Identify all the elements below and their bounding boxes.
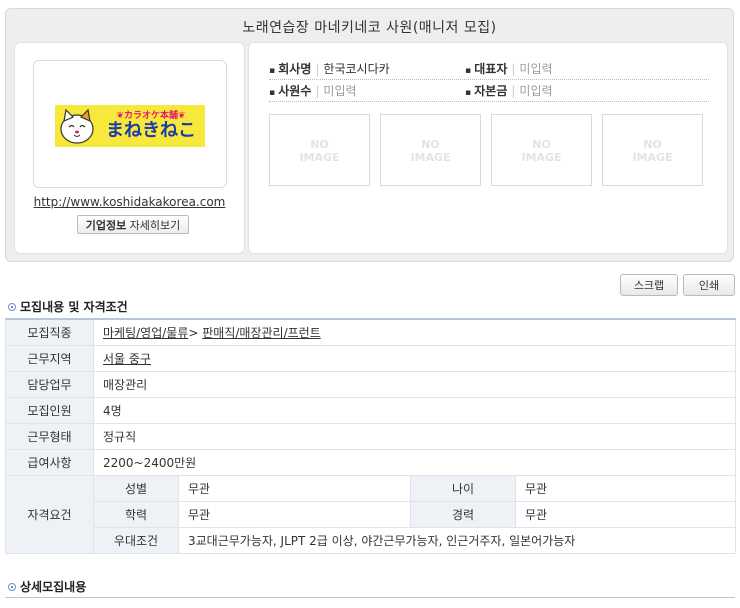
location-label: 근무지역 (5, 344, 94, 372)
education-value: 무관 (178, 500, 411, 528)
recruitment-section-title-text: 모집내용 및 자격조건 (20, 300, 128, 314)
info-row-2: 사원수|미입력 자본금|미입력 (269, 79, 709, 102)
table-row: 담당업무 매장관리 (5, 370, 736, 398)
company-card: 노래연습장 마네키네코 사원(매니저 모집) ❦カラオケ本舗❦ まねきねこ ht… (5, 8, 734, 262)
employee-count-label: 사원수 (269, 84, 311, 98)
duty-value: 매장관리 (93, 370, 736, 398)
table-row: 근무지역 서울 중구 (5, 344, 736, 372)
no-image-line1: NO (532, 138, 551, 151)
location-link[interactable]: 서울 중구 (103, 352, 151, 366)
recruitment-table: 모집직종 마케팅/영업/물류> 판매직/매장관리/프런트 근무지역 서울 중구 … (5, 318, 736, 554)
job-category-link-2[interactable]: 판매직/매장관리/프런트 (202, 326, 321, 340)
job-type-value: 마케팅/영업/물류> 판매직/매장관리/프런트 (93, 318, 736, 346)
no-image-line2: IMAGE (299, 151, 340, 164)
section-bullet-icon (8, 583, 16, 591)
separator: | (315, 62, 320, 76)
no-image-line2: IMAGE (632, 151, 673, 164)
ceo-value: 미입력 (519, 62, 553, 76)
salary-value: 2200~2400만원 (93, 448, 736, 476)
section-bullet-icon (8, 303, 16, 311)
company-website-link[interactable]: http://www.koshidakakorea.com (15, 195, 244, 209)
company-name-value: 한국코시다카 (323, 62, 390, 76)
scrap-button[interactable]: 스크랩 (620, 274, 678, 296)
table-row: 우대조건 3교대근무가능자, JLPT 2급 이상, 야간근무가능자, 인근거주… (6, 526, 736, 554)
location-value-cell: 서울 중구 (93, 344, 736, 372)
table-row: 근무형태 정규직 (5, 422, 736, 450)
career-label: 경력 (410, 500, 516, 528)
no-image-line1: NO (310, 138, 329, 151)
capital-field: 자본금 |미입력 (465, 82, 553, 99)
employee-count-value: 미입력 (323, 84, 357, 98)
no-image-line1: NO (421, 138, 440, 151)
career-value: 무관 (515, 500, 736, 528)
table-row: 학력 무관 경력 무관 (6, 500, 736, 528)
job-category-link-1[interactable]: 마케팅/영업/물류 (103, 326, 188, 340)
section-divider (5, 597, 735, 598)
capital-value: 미입력 (519, 84, 553, 98)
logo-wordmark: まねきねこ (106, 120, 196, 141)
age-value: 무관 (515, 474, 736, 502)
maneki-neko-cat-icon (60, 108, 94, 144)
capital-label: 자본금 (465, 84, 507, 98)
no-image-line1: NO (643, 138, 662, 151)
company-detail-button[interactable]: 기업정보 자세히보기 (77, 215, 189, 234)
salary-label: 급여사항 (5, 448, 94, 476)
detail-section-title-text: 상세모집내용 (20, 580, 87, 594)
table-row: 모집인원 4명 (5, 396, 736, 424)
employment-type-value: 정규직 (93, 422, 736, 450)
job-posting-title: 노래연습장 마네키네코 사원(매니저 모집) (242, 20, 497, 36)
preference-label: 우대조건 (93, 526, 179, 554)
table-row: 모집직종 마케팅/영업/물류> 판매직/매장관리/프런트 (5, 318, 736, 346)
print-button[interactable]: 인쇄 (683, 274, 735, 296)
company-name-label: 회사명 (269, 62, 311, 76)
separator: | (511, 62, 516, 76)
separator: | (315, 84, 320, 98)
ceo-field: 대표자 |미입력 (465, 60, 553, 77)
no-image-placeholder-4: NO IMAGE (602, 114, 703, 186)
no-image-line2: IMAGE (521, 151, 562, 164)
detail-section-title: 상세모집내용 (8, 578, 86, 595)
company-detail-button-rest: 자세히보기 (126, 219, 181, 232)
no-image-placeholder-2: NO IMAGE (380, 114, 481, 186)
age-label: 나이 (410, 474, 516, 502)
recruitment-section-title: 모집내용 및 자격조건 (8, 298, 128, 315)
job-type-label: 모집직종 (5, 318, 94, 346)
qualification-label: 자격요건 (5, 474, 94, 554)
education-label: 학력 (93, 500, 179, 528)
duty-label: 담당업무 (5, 370, 94, 398)
table-row: 급여사항 2200~2400만원 (5, 448, 736, 476)
gender-label: 성별 (93, 474, 179, 502)
info-row-1: 회사명|한국코시다카 대표자|미입력 (269, 57, 709, 80)
company-name-field: 회사명 |한국코시다카 (269, 60, 390, 77)
employee-count-field: 사원수 |미입력 (269, 82, 357, 99)
separator: | (511, 84, 516, 98)
category-separator: > (188, 325, 203, 340)
headcount-label: 모집인원 (5, 396, 94, 424)
no-image-line2: IMAGE (410, 151, 451, 164)
gender-value: 무관 (178, 474, 411, 502)
ceo-label: 대표자 (465, 62, 507, 76)
no-image-placeholder-3: NO IMAGE (491, 114, 592, 186)
employment-type-label: 근무형태 (5, 422, 94, 450)
company-info-panel: 회사명|한국코시다카 대표자|미입력 사원수|미입력 자본금|미입력 NOIMA… (248, 42, 728, 254)
preference-value: 3교대근무가능자, JLPT 2급 이상, 야간근무가능자, 인근거주자, 일본… (178, 526, 736, 554)
table-row: 자격요건 성별 무관 나이 무관 (5, 474, 736, 554)
company-logo-panel: ❦カラオケ本舗❦ まねきねこ http://www.koshidakakorea… (14, 42, 245, 254)
headcount-value: 4명 (93, 396, 736, 424)
company-logo: ❦カラオケ本舗❦ まねきねこ (55, 105, 205, 147)
no-image-placeholder-1: NO IMAGE (269, 114, 370, 186)
logo-frame: ❦カラオケ本舗❦ まねきねこ (33, 60, 227, 188)
company-detail-button-bold: 기업정보 (85, 219, 127, 232)
